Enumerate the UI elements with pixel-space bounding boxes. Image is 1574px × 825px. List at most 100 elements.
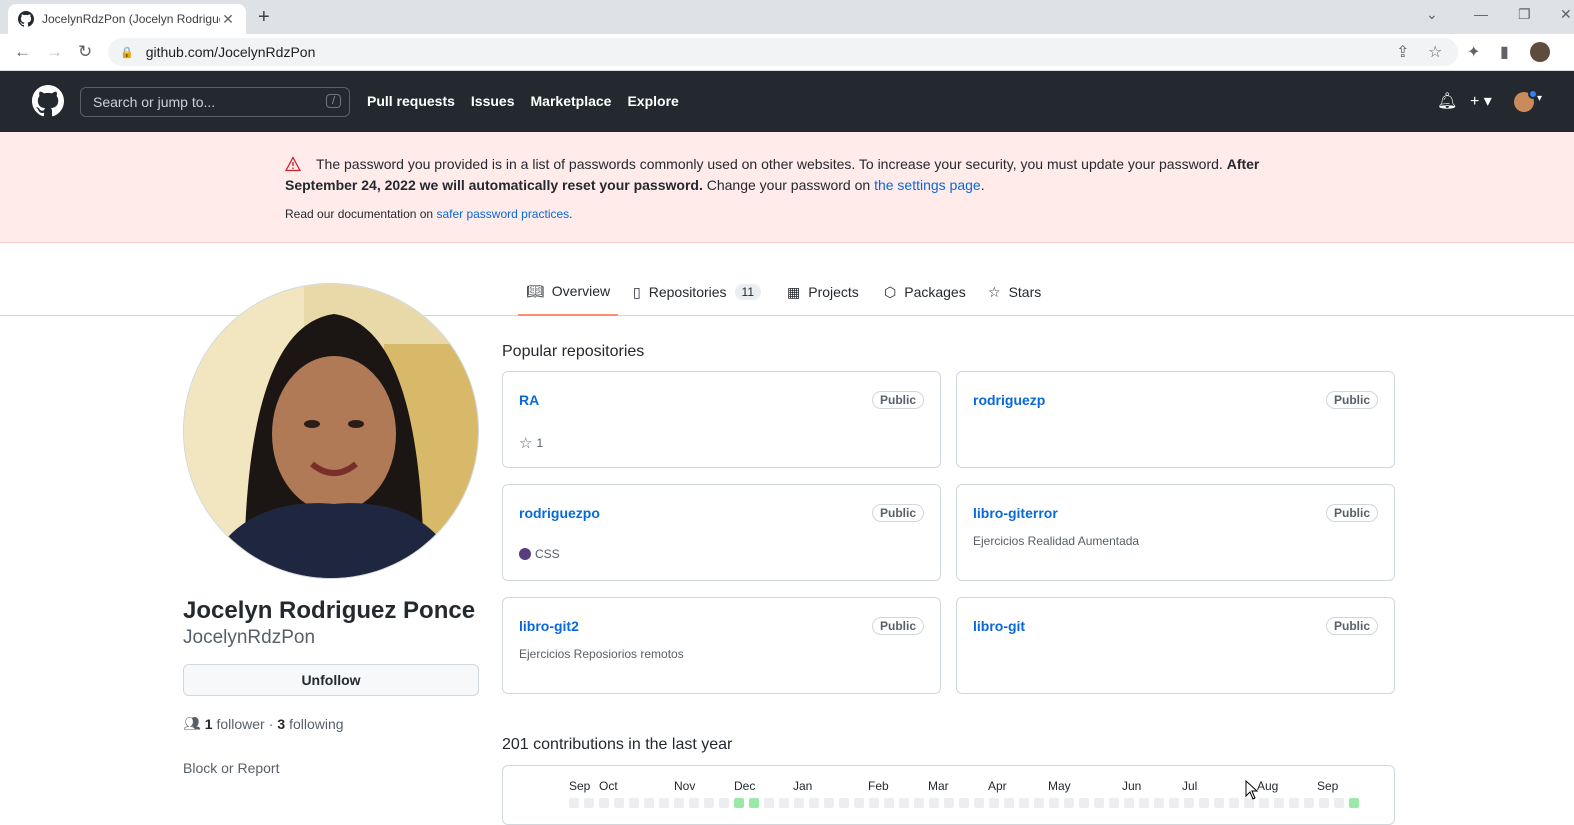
nav-issues[interactable]: Issues <box>471 93 515 109</box>
repo-link[interactable]: rodriguezpo <box>519 505 600 521</box>
tab-stars[interactable]: ☆ Stars <box>980 268 1049 316</box>
contribution-day[interactable] <box>929 798 939 808</box>
nav-pull-requests[interactable]: Pull requests <box>367 93 455 109</box>
contribution-day[interactable] <box>1349 798 1359 808</box>
tab-repositories[interactable]: ▯ Repositories 11 <box>625 268 769 316</box>
contribution-day[interactable] <box>839 798 849 808</box>
block-or-report-link[interactable]: Block or Report <box>183 760 279 776</box>
contribution-day[interactable] <box>1154 798 1164 808</box>
repo-link[interactable]: RA <box>519 392 539 408</box>
contribution-day[interactable] <box>809 798 819 808</box>
address-bar[interactable]: 🔒 github.com/JocelynRdzPon <box>108 38 1458 66</box>
contribution-day[interactable] <box>1214 798 1224 808</box>
contribution-day[interactable] <box>584 798 594 808</box>
back-icon[interactable]: ← <box>14 42 31 62</box>
contribution-day[interactable] <box>854 798 864 808</box>
contribution-day[interactable] <box>704 798 714 808</box>
settings-page-link[interactable]: the settings page <box>874 177 981 193</box>
contribution-day[interactable] <box>914 798 924 808</box>
contribution-day[interactable] <box>884 798 894 808</box>
bookmark-star-icon[interactable]: ☆ <box>1428 42 1442 62</box>
forward-icon[interactable]: → <box>46 42 63 62</box>
repo-link[interactable]: libro-git <box>973 618 1025 634</box>
contribution-day[interactable] <box>869 798 879 808</box>
contribution-day[interactable] <box>1304 798 1314 808</box>
contribution-day[interactable] <box>689 798 699 808</box>
contribution-day[interactable] <box>659 798 669 808</box>
contribution-day[interactable] <box>1079 798 1089 808</box>
contribution-day[interactable] <box>764 798 774 808</box>
contribution-day[interactable] <box>1019 798 1029 808</box>
contribution-day[interactable] <box>1034 798 1044 808</box>
contribution-day[interactable] <box>674 798 684 808</box>
create-new-icon[interactable]: + ▾ <box>1470 91 1492 111</box>
contribution-day[interactable] <box>734 798 744 808</box>
profile-avatar[interactable] <box>183 283 479 579</box>
contribution-day[interactable] <box>629 798 639 808</box>
contribution-day[interactable] <box>1004 798 1014 808</box>
contribution-day[interactable] <box>1124 798 1134 808</box>
tab-overview[interactable]: 📖︎ Overview <box>518 268 619 316</box>
repo-link[interactable]: libro-giterror <box>973 505 1058 521</box>
repo-link[interactable]: rodriguezp <box>973 392 1045 408</box>
share-icon[interactable]: ⇪ <box>1396 42 1409 62</box>
contribution-day[interactable] <box>1199 798 1209 808</box>
contribution-day[interactable] <box>794 798 804 808</box>
tab-projects[interactable]: ▦ Projects <box>779 268 867 316</box>
contribution-day[interactable] <box>974 798 984 808</box>
contribution-day[interactable] <box>1109 798 1119 808</box>
new-tab-icon[interactable]: + <box>258 6 270 29</box>
contribution-day[interactable] <box>569 798 579 808</box>
nav-marketplace[interactable]: Marketplace <box>531 93 612 109</box>
extensions-icon[interactable]: ✦ <box>1467 42 1480 62</box>
contribution-day[interactable] <box>779 798 789 808</box>
contribution-day[interactable] <box>1139 798 1149 808</box>
nav-explore[interactable]: Explore <box>627 93 678 109</box>
contribution-day[interactable] <box>824 798 834 808</box>
visibility-badge: Public <box>871 391 924 409</box>
repo-stars[interactable]: ☆ 1 <box>519 434 543 452</box>
restore-icon[interactable]: ❐ <box>1518 6 1531 23</box>
contribution-day[interactable] <box>719 798 729 808</box>
contribution-day[interactable] <box>1094 798 1104 808</box>
profile-avatar-icon[interactable] <box>1530 42 1550 62</box>
lock-icon[interactable]: 🔒 <box>120 46 134 59</box>
close-window-icon[interactable]: ✕ <box>1560 6 1572 23</box>
contribution-day[interactable] <box>959 798 969 808</box>
visibility-badge: Public <box>871 504 924 522</box>
bell-icon[interactable]: 🔔︎ <box>1437 91 1457 111</box>
contribution-day[interactable] <box>1229 798 1239 808</box>
unfollow-button[interactable]: Unfollow <box>183 664 479 696</box>
side-panel-icon[interactable]: ▮ <box>1500 42 1509 62</box>
contribution-day[interactable] <box>599 798 609 808</box>
contribution-day[interactable] <box>614 798 624 808</box>
followers-link[interactable]: 1 follower <box>205 716 265 732</box>
contribution-day[interactable] <box>1064 798 1074 808</box>
contribution-day[interactable] <box>1259 798 1269 808</box>
search-input[interactable]: Search or jump to... / <box>80 87 350 117</box>
contribution-day[interactable] <box>1169 798 1179 808</box>
contribution-day[interactable] <box>989 798 999 808</box>
contribution-day[interactable] <box>1049 798 1059 808</box>
contribution-day[interactable] <box>1334 798 1344 808</box>
contribution-day[interactable] <box>944 798 954 808</box>
contribution-day[interactable] <box>1319 798 1329 808</box>
caret-down-icon[interactable]: ▾ <box>1537 93 1542 104</box>
close-tab-icon[interactable]: ✕ <box>220 11 236 28</box>
minimize-icon[interactable]: — <box>1474 6 1488 22</box>
following-link[interactable]: 3 following <box>277 716 343 732</box>
contribution-day[interactable] <box>1184 798 1194 808</box>
tab-search-icon[interactable]: ⌄ <box>1426 6 1438 23</box>
github-logo-icon[interactable] <box>32 85 64 117</box>
browser-tab[interactable]: JocelynRdzPon (Jocelyn Rodrigue ✕ <box>8 4 246 34</box>
contribution-day[interactable] <box>899 798 909 808</box>
contribution-day[interactable] <box>1274 798 1284 808</box>
safer-password-link[interactable]: safer password practices <box>436 207 569 221</box>
contribution-day[interactable] <box>644 798 654 808</box>
contribution-day[interactable] <box>1289 798 1299 808</box>
tab-packages[interactable]: ⬡ Packages <box>876 268 974 316</box>
contribution-day[interactable] <box>749 798 759 808</box>
following-label: following <box>289 715 344 732</box>
reload-icon[interactable]: ↻ <box>78 42 92 62</box>
repo-link[interactable]: libro-git2 <box>519 618 579 634</box>
